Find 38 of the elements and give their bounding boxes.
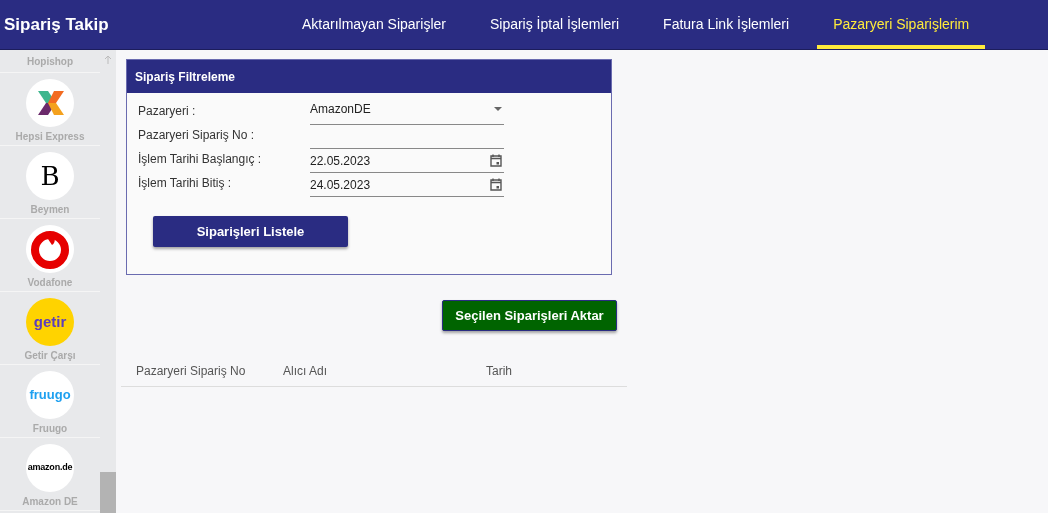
logo: fruugo <box>26 371 74 419</box>
logo: B <box>26 152 74 200</box>
dropdown-caret-icon[interactable] <box>494 106 502 112</box>
marketplace-label: Hopishop <box>26 55 74 69</box>
list-orders-button[interactable]: Siparişleri Listele <box>153 216 348 247</box>
transfer-button[interactable]: Seçilen Siparişleri Aktar <box>442 300 617 331</box>
marketplace-select[interactable]: AmazonDE <box>310 94 504 125</box>
date-field[interactable]: 22.05.2023 <box>310 149 504 173</box>
logo: amazon.de <box>26 444 74 492</box>
column-header: Tarih <box>486 363 512 380</box>
logo-icon <box>26 79 74 127</box>
scrollbar-thumb[interactable] <box>100 472 116 513</box>
nav-tab[interactable]: Fatura Link İşlemleri <box>647 0 806 49</box>
field-label: Pazaryeri : <box>138 103 197 120</box>
marketplace-label: Vodafone <box>27 276 73 290</box>
logo: getir <box>26 298 74 346</box>
column-header: Alıcı Adı <box>283 363 329 380</box>
calendar-icon[interactable] <box>490 154 502 167</box>
nav-tab[interactable]: Aktarılmayan Siparişler <box>286 0 462 49</box>
marketplace-label: Amazon DE <box>22 495 78 509</box>
column-header: Pazaryeri Sipariş No <box>136 363 247 380</box>
marketplace-label: Fruugo <box>32 422 68 436</box>
marketplace-label: Beymen <box>30 203 70 217</box>
field-label: İşlem Tarihi Başlangıç : <box>138 151 263 168</box>
field-label: İşlem Tarihi Bitiş : <box>138 175 233 192</box>
field-label: Pazaryeri Sipariş No : <box>138 127 256 144</box>
logo-icon <box>26 225 74 273</box>
marketplace-label: Hepsi Express <box>15 130 85 144</box>
calendar-icon[interactable] <box>490 178 502 191</box>
nav-tab[interactable]: Pazaryeri Siparişlerim <box>817 0 986 49</box>
app-title: Sipariş Takip <box>3 13 110 36</box>
nav-tab[interactable]: Sipariş İptal İşlemleri <box>473 0 636 49</box>
date-field[interactable]: 24.05.2023 <box>310 173 504 197</box>
marketplace-item[interactable]: B Beymen <box>0 146 100 219</box>
marketplace-item[interactable]: getir Getir Çarşı <box>0 292 100 365</box>
marketplace-label: Getir Çarşı <box>24 349 76 363</box>
panel-title: Sipariş Filtreleme <box>135 68 236 86</box>
marketplace-item[interactable]: amazon.de Amazon DE <box>0 438 100 511</box>
